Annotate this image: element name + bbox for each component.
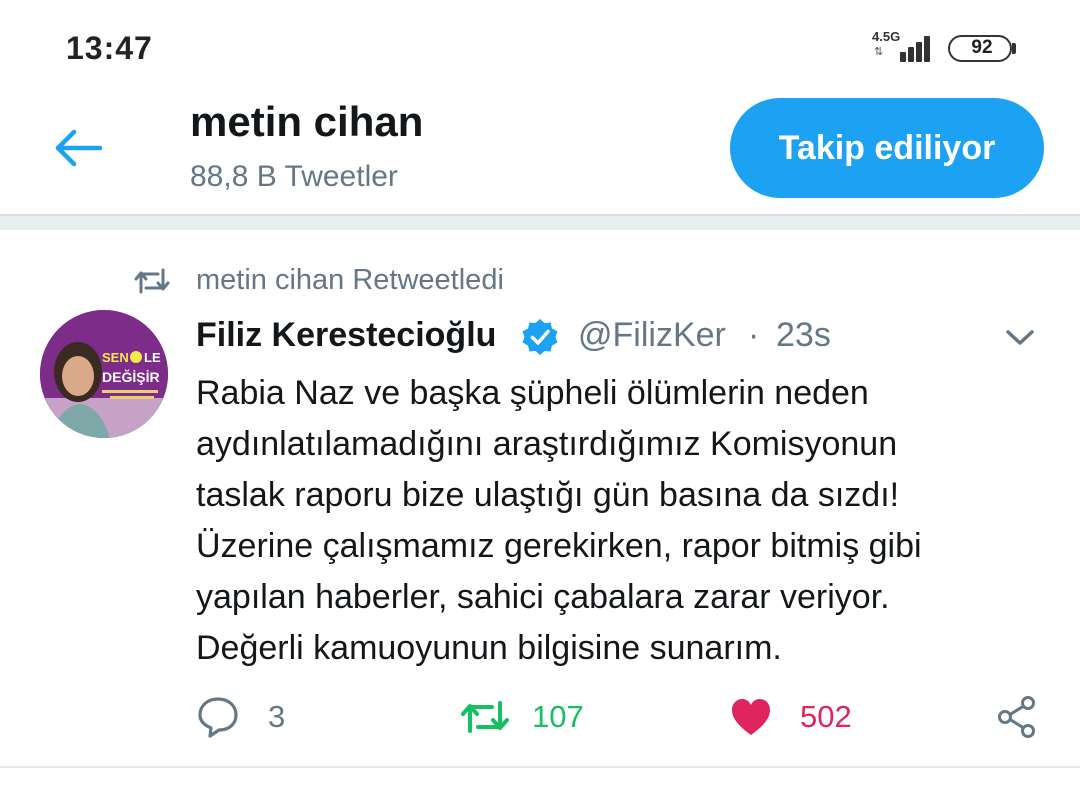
retweet-icon (134, 268, 170, 294)
avatar-banner-text: LE (144, 350, 161, 365)
like-count: 502 (800, 699, 852, 734)
header-divider (0, 214, 1080, 230)
profile-header: metin cihan 88,8 B Tweetler Takip ediliy… (0, 90, 1080, 216)
avatar[interactable]: SEN LE DEĞİŞİR (40, 310, 168, 438)
retweet-button[interactable]: 107 (460, 692, 584, 742)
tweet-text: Rabia Naz ve başka şüpheli ölümlerin ned… (196, 368, 1046, 674)
tweet-text-line: yapılan haberler, sahici çabalara zarar … (196, 578, 890, 616)
tweet-text-line: Rabia Naz ve başka şüpheli ölümlerin ned… (196, 374, 869, 412)
author-name[interactable]: Filiz Kerestecioğlu (196, 316, 496, 355)
arrow-left-icon (55, 129, 103, 167)
reply-button[interactable]: 3 (196, 692, 285, 742)
tweet-text-line: taslak raporu bize ulaştığı gün basına d… (196, 476, 900, 514)
chevron-down-icon[interactable] (1000, 322, 1040, 352)
signal-icon (892, 34, 934, 62)
back-button[interactable] (52, 128, 106, 168)
battery-level: 92 (971, 37, 993, 58)
like-button[interactable]: 502 (730, 692, 852, 742)
heart-icon (732, 699, 770, 735)
avatar-banner-text: SEN (102, 350, 129, 365)
page-title: metin cihan (190, 98, 424, 145)
share-button[interactable] (994, 692, 1040, 742)
tweet-time: 23s (776, 316, 831, 354)
verified-badge-icon (522, 319, 558, 355)
tweet-text-line: Üzerine çalışmamız gerekirken, rapor bit… (196, 527, 922, 565)
status-time: 13:47 (66, 30, 153, 66)
reply-icon (198, 697, 238, 738)
retweet-count: 107 (532, 699, 584, 734)
tweet-text-line: aydınlatılamadığını araştırdığımız Komis… (196, 425, 898, 463)
avatar-image: SEN LE DEĞİŞİR (40, 310, 168, 438)
following-button[interactable]: Takip ediliyor (730, 98, 1044, 198)
author-handle: @FilizKer (578, 316, 726, 354)
retweet-icon (461, 701, 509, 733)
status-bar: 13:47 4.5G ⇅ 92 (0, 0, 1080, 90)
reply-count: 3 (268, 699, 286, 734)
avatar-banner-text: DEĞİŞİR (102, 368, 160, 385)
separator-dot: · (748, 316, 760, 354)
data-arrows-icon: ⇅ (874, 46, 884, 58)
tweet-text-line: Değerli kamuoyunun bilgisine sunarım. (196, 629, 782, 667)
tweet-actions: 3 107 502 (0, 692, 1080, 742)
share-icon (998, 696, 1035, 738)
battery-icon: 92 (948, 35, 1012, 62)
tweet-divider (0, 766, 1080, 768)
tweet-card[interactable]: metin cihan Retweetledi SEN LE DEĞİŞİR F… (0, 230, 1080, 768)
tweet-count: 88,8 B Tweetler (190, 160, 398, 193)
battery-nub (1012, 43, 1016, 54)
retweet-label: metin cihan Retweetledi (196, 264, 504, 296)
